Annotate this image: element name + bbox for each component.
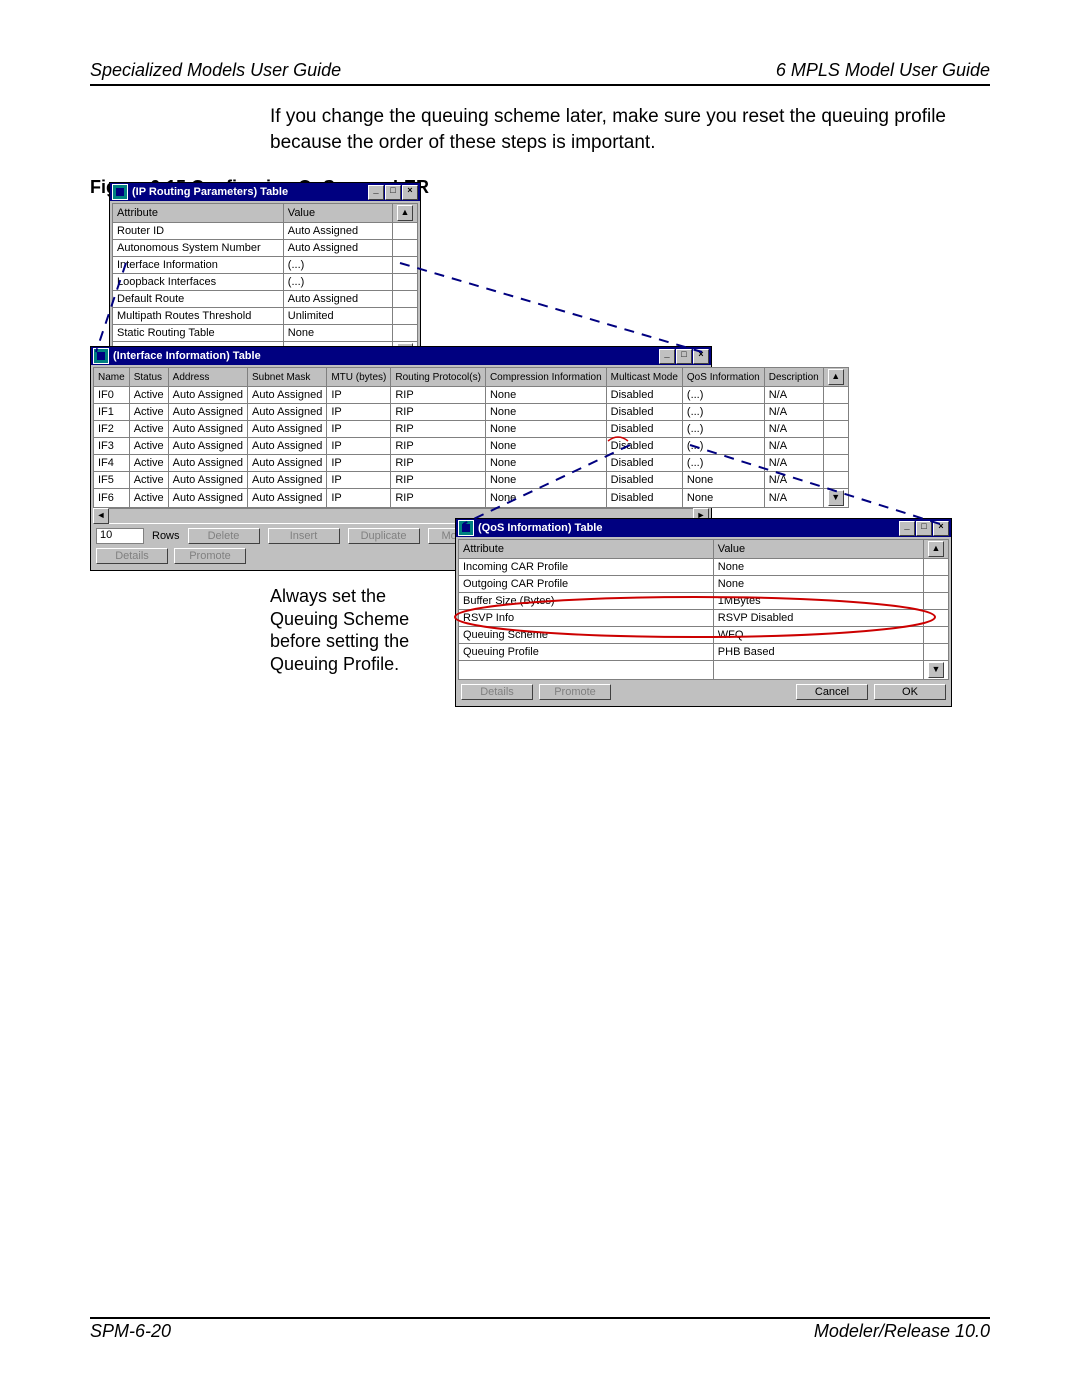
footer-right: Modeler/Release 10.0 xyxy=(814,1321,990,1342)
table-row[interactable]: Incoming CAR ProfileNone xyxy=(459,559,949,576)
details-button[interactable]: Details xyxy=(461,684,533,700)
qos-titlebar[interactable]: (QoS Information) Table _ □ × xyxy=(456,519,951,537)
table-row[interactable]: IF2ActiveAuto AssignedAuto AssignedIPRIP… xyxy=(94,421,849,438)
minimize-icon[interactable]: _ xyxy=(899,521,915,536)
scroll-left-icon[interactable]: ◄ xyxy=(93,508,109,524)
table-row[interactable]: Queuing SchemeWFQ xyxy=(459,627,949,644)
col-header: Address xyxy=(168,368,247,387)
col-header: Subnet Mask xyxy=(248,368,327,387)
window-icon xyxy=(112,184,128,200)
minimize-icon[interactable]: _ xyxy=(659,349,675,364)
scroll-up-icon[interactable]: ▲ xyxy=(928,541,944,557)
col-header: Description xyxy=(764,368,823,387)
col-value: Value xyxy=(718,543,745,555)
rows-label: Rows xyxy=(152,530,180,542)
col-header: Status xyxy=(129,368,168,387)
details-button[interactable]: Details xyxy=(96,548,168,564)
table-row[interactable]: Multipath Routes ThresholdUnlimited xyxy=(113,308,418,325)
table-row[interactable]: Outgoing CAR ProfileNone xyxy=(459,576,949,593)
maximize-icon[interactable]: □ xyxy=(676,349,692,364)
col-attribute: Attribute xyxy=(463,543,504,555)
col-header: QoS Information xyxy=(682,368,764,387)
col-value: Value xyxy=(288,207,315,219)
table-row[interactable]: Default RouteAuto Assigned xyxy=(113,291,418,308)
callout-text: Always set the Queuing Scheme before set… xyxy=(270,585,450,675)
scroll-up-icon[interactable]: ▲ xyxy=(828,369,844,385)
interface-title: (Interface Information) Table xyxy=(113,350,261,362)
table-row[interactable]: Queuing ProfilePHB Based xyxy=(459,644,949,661)
table-row[interactable]: RSVP InfoRSVP Disabled xyxy=(459,610,949,627)
window-icon xyxy=(458,520,474,536)
qos-table: Attribute Value ▲ Incoming CAR ProfileNo… xyxy=(458,539,949,680)
delete-button[interactable]: Delete xyxy=(188,528,260,544)
qos-title: (QoS Information) Table xyxy=(478,522,602,534)
table-row[interactable]: IF0ActiveAuto AssignedAuto AssignedIPRIP… xyxy=(94,387,849,404)
window-icon xyxy=(93,348,109,364)
maximize-icon[interactable]: □ xyxy=(385,185,401,200)
insert-button[interactable]: Insert xyxy=(268,528,340,544)
col-header: MTU (bytes) xyxy=(327,368,391,387)
qos-info-window: (QoS Information) Table _ □ × Attribute … xyxy=(455,518,952,707)
interface-titlebar[interactable]: (Interface Information) Table _ □ × xyxy=(91,347,711,365)
table-row[interactable]: IF1ActiveAuto AssignedAuto AssignedIPRIP… xyxy=(94,404,849,421)
close-icon[interactable]: × xyxy=(933,521,949,536)
header-left: Specialized Models User Guide xyxy=(90,60,341,81)
ip-routing-title: (IP Routing Parameters) Table xyxy=(132,186,288,198)
scroll-up-icon[interactable]: ▲ xyxy=(397,205,413,221)
duplicate-button[interactable]: Duplicate xyxy=(348,528,420,544)
promote-button[interactable]: Promote xyxy=(174,548,246,564)
interface-table: NameStatusAddressSubnet MaskMTU (bytes)R… xyxy=(93,367,849,508)
col-header: Multicast Mode xyxy=(606,368,682,387)
minimize-icon[interactable]: _ xyxy=(368,185,384,200)
close-icon[interactable]: × xyxy=(693,349,709,364)
table-row[interactable]: Router IDAuto Assigned xyxy=(113,223,418,240)
header-right: 6 MPLS Model User Guide xyxy=(776,60,990,81)
ip-routing-table: Attribute Value ▲ Router IDAuto Assigned… xyxy=(112,203,418,361)
scroll-down-icon[interactable]: ▼ xyxy=(828,490,844,506)
table-row[interactable]: Buffer Size (Bytes)1MBytes xyxy=(459,593,949,610)
scroll-down-icon[interactable]: ▼ xyxy=(928,662,944,678)
ip-routing-titlebar[interactable]: (IP Routing Parameters) Table _ □ × xyxy=(110,183,420,201)
table-row[interactable]: IF6ActiveAuto AssignedAuto AssignedIPRIP… xyxy=(94,489,849,508)
table-row[interactable]: IF3ActiveAuto AssignedAuto AssignedIPRIP… xyxy=(94,438,849,455)
table-row[interactable]: IF4ActiveAuto AssignedAuto AssignedIPRIP… xyxy=(94,455,849,472)
table-row[interactable]: Interface Information(...) xyxy=(113,257,418,274)
table-row[interactable]: Autonomous System NumberAuto Assigned xyxy=(113,240,418,257)
rows-input[interactable]: 10 xyxy=(96,528,144,544)
col-header: Compression Information xyxy=(485,368,606,387)
close-icon[interactable]: × xyxy=(402,185,418,200)
cancel-button[interactable]: Cancel xyxy=(796,684,868,700)
col-header: Name xyxy=(94,368,130,387)
col-attribute: Attribute xyxy=(117,207,158,219)
table-row[interactable]: IF5ActiveAuto AssignedAuto AssignedIPRIP… xyxy=(94,472,849,489)
promote-button[interactable]: Promote xyxy=(539,684,611,700)
ok-button[interactable]: OK xyxy=(874,684,946,700)
maximize-icon[interactable]: □ xyxy=(916,521,932,536)
table-row[interactable]: Static Routing TableNone xyxy=(113,325,418,342)
intro-paragraph: If you change the queuing scheme later, … xyxy=(270,104,980,155)
footer-left: SPM-6-20 xyxy=(90,1321,171,1342)
col-header: Routing Protocol(s) xyxy=(391,368,486,387)
table-row[interactable]: Loopback Interfaces(...) xyxy=(113,274,418,291)
